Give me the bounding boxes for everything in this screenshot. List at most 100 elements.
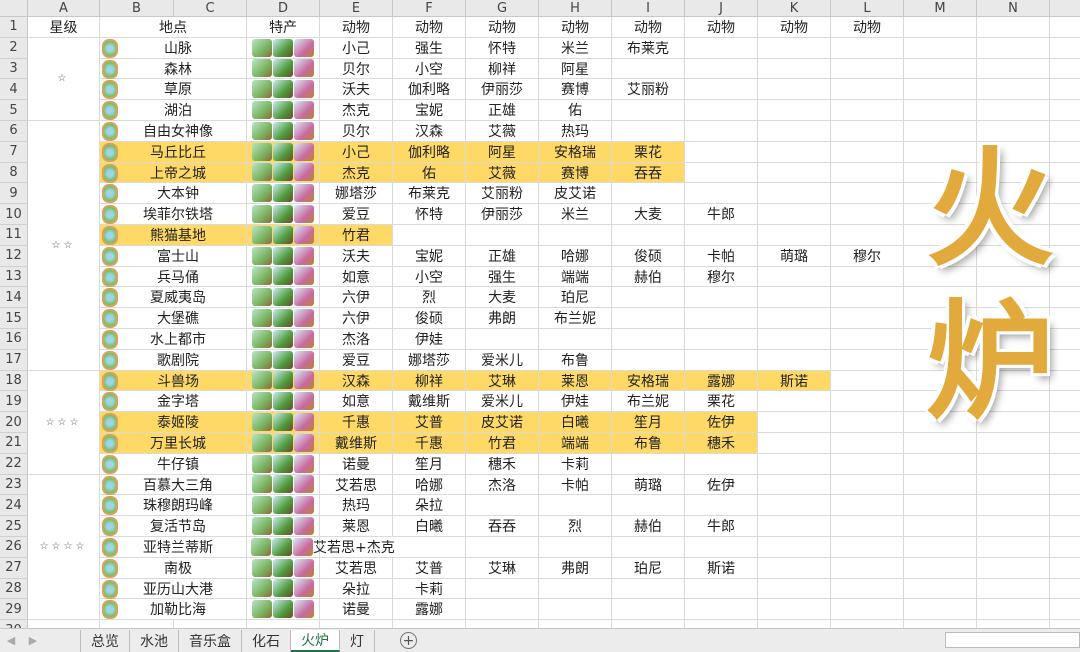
- cell[interactable]: [685, 578, 758, 600]
- animal-cell[interactable]: 小空: [393, 58, 466, 80]
- cell[interactable]: [977, 58, 1050, 80]
- cell[interactable]: [612, 287, 685, 309]
- cell[interactable]: [685, 495, 758, 517]
- cell[interactable]: [758, 58, 831, 80]
- animal-cell[interactable]: 皮艾诺: [466, 412, 539, 433]
- specialty-cell[interactable]: [247, 329, 320, 350]
- cell[interactable]: [831, 495, 904, 517]
- cell[interactable]: [831, 370, 904, 392]
- specialty-cell[interactable]: 艾若思+杰克: [247, 537, 395, 558]
- animal-cell[interactable]: 杰洛: [320, 329, 393, 350]
- animal-cell[interactable]: 沃夫: [320, 79, 393, 101]
- specialty-cell[interactable]: [247, 453, 320, 475]
- cell[interactable]: [831, 58, 904, 80]
- animal-cell[interactable]: 娜塔莎: [320, 183, 393, 205]
- add-sheet-button[interactable]: +: [400, 632, 417, 649]
- cell[interactable]: [539, 578, 612, 600]
- specialty-cell[interactable]: [247, 79, 320, 101]
- cell[interactable]: [685, 537, 758, 558]
- cell[interactable]: [831, 266, 904, 288]
- animal-cell[interactable]: 露娜: [393, 599, 466, 621]
- place-cell[interactable]: 富士山: [100, 245, 247, 267]
- cell[interactable]: [977, 79, 1050, 101]
- animal-cell[interactable]: 大麦: [466, 287, 539, 309]
- animal-cell[interactable]: 卡帕: [685, 245, 758, 267]
- place-cell[interactable]: 加勒比海: [100, 599, 247, 621]
- cell[interactable]: [685, 225, 758, 246]
- animal-cell[interactable]: 佑: [539, 100, 612, 121]
- animal-cell[interactable]: 竹君: [320, 225, 393, 246]
- specialty-cell[interactable]: [247, 578, 320, 600]
- cell[interactable]: [904, 495, 977, 517]
- animal-cell[interactable]: 白曦: [393, 516, 466, 537]
- column-header[interactable]: M: [904, 0, 977, 17]
- cell[interactable]: [831, 183, 904, 205]
- cell[interactable]: [685, 162, 758, 184]
- cell[interactable]: [831, 204, 904, 225]
- animal-cell[interactable]: 娜塔莎: [393, 349, 466, 371]
- specialty-cell[interactable]: [247, 204, 320, 225]
- cell[interactable]: [831, 308, 904, 329]
- row-header[interactable]: 3: [0, 58, 28, 80]
- cell[interactable]: [612, 183, 685, 205]
- column-header[interactable]: H: [539, 0, 612, 17]
- animal-cell[interactable]: 米兰: [539, 37, 612, 59]
- animal-cell[interactable]: 哈娜: [393, 474, 466, 496]
- cell[interactable]: [758, 516, 831, 537]
- animal-cell[interactable]: 朵拉: [320, 578, 393, 600]
- cell[interactable]: [612, 58, 685, 80]
- animal-cell[interactable]: 六伊: [320, 308, 393, 329]
- specialty-cell[interactable]: [247, 370, 320, 392]
- cell[interactable]: [1050, 17, 1080, 38]
- cell[interactable]: [393, 225, 466, 246]
- sheet-tab[interactable]: 总览: [81, 629, 130, 652]
- place-cell[interactable]: 百慕大三角: [100, 474, 247, 496]
- row-header[interactable]: 8: [0, 162, 28, 184]
- place-cell[interactable]: 金字塔: [100, 391, 247, 413]
- animal-cell[interactable]: 强生: [466, 266, 539, 288]
- cell[interactable]: [831, 225, 904, 246]
- animal-cell[interactable]: 布鲁: [539, 349, 612, 371]
- animal-cell[interactable]: 萌璐: [758, 245, 831, 267]
- specialty-cell[interactable]: [247, 245, 320, 267]
- animal-cell[interactable]: 艾薇: [466, 162, 539, 184]
- cell[interactable]: [758, 100, 831, 121]
- cell[interactable]: [1050, 38, 1080, 59]
- animal-cell[interactable]: 艾琳: [466, 557, 539, 579]
- column-header[interactable]: L: [831, 0, 904, 17]
- animal-cell[interactable]: 艾普: [393, 412, 466, 433]
- row-header[interactable]: 2: [0, 37, 28, 59]
- specialty-cell[interactable]: [247, 433, 320, 454]
- animal-cell[interactable]: 烈: [393, 287, 466, 309]
- cell[interactable]: [466, 225, 539, 246]
- animal-cell[interactable]: 赛博: [539, 162, 612, 184]
- cell[interactable]: [685, 329, 758, 350]
- animal-cell[interactable]: 米兰: [539, 204, 612, 225]
- specialty-cell[interactable]: [247, 412, 320, 433]
- cell[interactable]: [758, 225, 831, 246]
- animal-cell[interactable]: 沃夫: [320, 245, 393, 267]
- animal-cell[interactable]: 吞吞: [466, 516, 539, 537]
- place-cell[interactable]: 自由女神像: [100, 121, 247, 142]
- sheet-tab[interactable]: 灯: [340, 629, 375, 652]
- place-cell[interactable]: 山脉: [100, 37, 247, 59]
- animal-cell[interactable]: 杰克: [320, 162, 393, 184]
- cell[interactable]: [612, 599, 685, 621]
- animal-cell[interactable]: 伊娃: [539, 391, 612, 413]
- place-cell[interactable]: 泰姬陵: [100, 412, 247, 433]
- specialty-cell[interactable]: [247, 516, 320, 537]
- cell[interactable]: [831, 578, 904, 600]
- cell[interactable]: [685, 308, 758, 329]
- row-header[interactable]: 7: [0, 141, 28, 163]
- specialty-cell[interactable]: [247, 58, 320, 80]
- sheet-tab[interactable]: 水池: [130, 629, 179, 652]
- cell[interactable]: [977, 578, 1050, 600]
- specialty-cell[interactable]: [247, 162, 320, 184]
- animal-cell[interactable]: 弗朗: [466, 308, 539, 329]
- animal-cell[interactable]: 牛郎: [685, 204, 758, 225]
- cell[interactable]: [904, 17, 977, 38]
- animal-cell[interactable]: 伽利略: [393, 79, 466, 101]
- animal-cell[interactable]: 六伊: [320, 287, 393, 309]
- animal-cell[interactable]: 小己: [320, 37, 393, 59]
- animal-cell[interactable]: 艾普: [393, 557, 466, 579]
